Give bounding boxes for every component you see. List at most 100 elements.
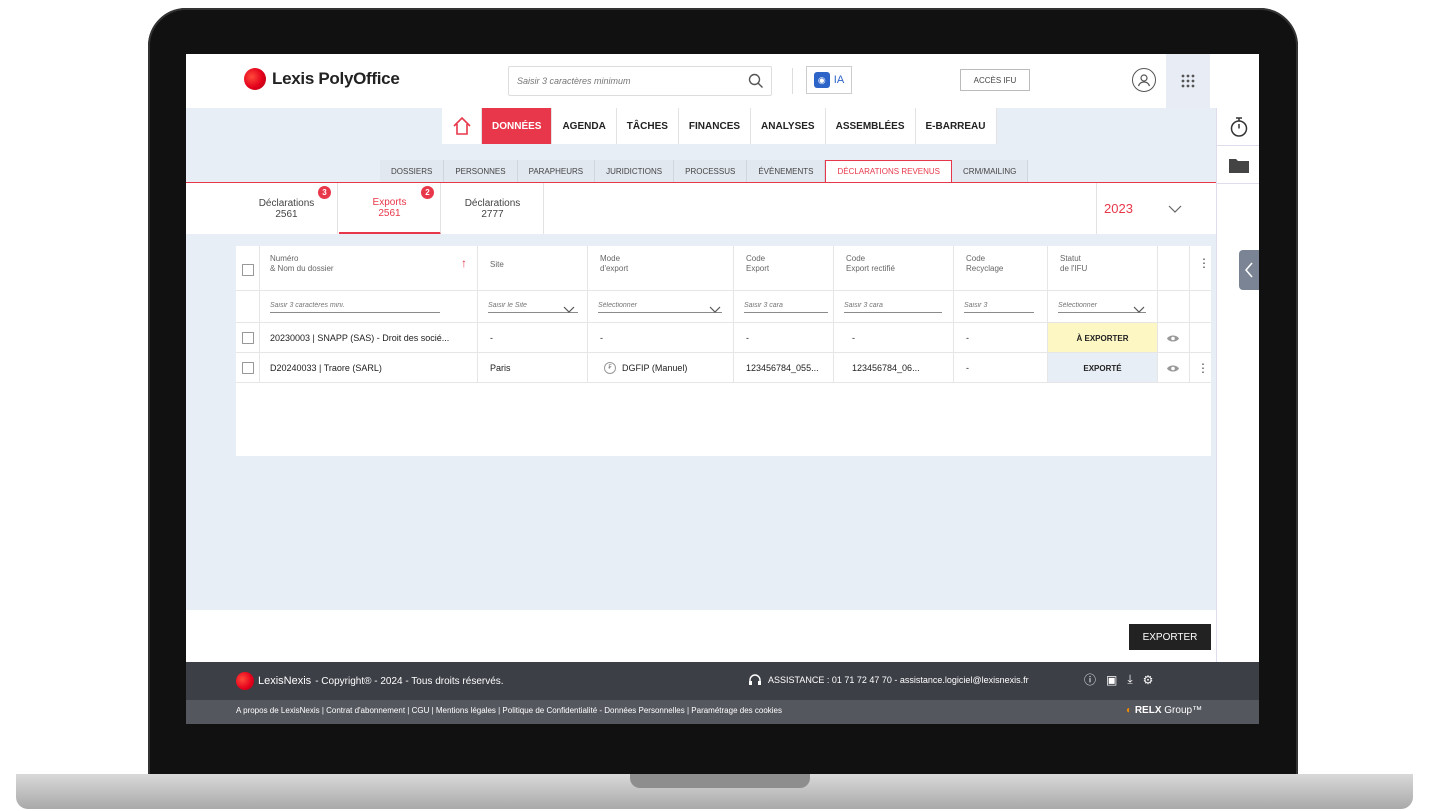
footer-links-text[interactable]: A propos de LexisNexis | Contrat d'abonn… <box>236 706 782 715</box>
cell-numero[interactable]: 20230003 | SNAPP (SAS) - Droit des socié… <box>260 323 478 353</box>
app-screen: Lexis PolyOffice ◉ IA ACCÈS IFU <box>186 54 1259 724</box>
acces-ifu-button[interactable]: ACCÈS IFU <box>960 69 1030 91</box>
export-button[interactable]: EXPORTER <box>1129 624 1211 650</box>
subnav-declarations-revenus[interactable]: DÉCLARATIONS REVENUS <box>825 160 953 182</box>
footer-main: LexisNexis - Copyright® - 2024 - Tous dr… <box>186 662 1259 700</box>
filter-code-rectifie-input[interactable] <box>844 299 942 313</box>
footer-copyright: - Copyright® - 2024 - Tous droits réserv… <box>315 675 504 687</box>
global-search <box>508 66 772 96</box>
ia-chat-icon: ◉ <box>813 72 830 88</box>
headset-icon <box>749 674 761 685</box>
user-avatar-icon[interactable] <box>1132 68 1156 92</box>
footer-assistance: ASSISTANCE : 01 71 72 47 70 - assistance… <box>748 674 1029 686</box>
footer-icons: ⓘ ▣ ⤓ ⚙ <box>1084 671 1153 688</box>
filter-mode <box>588 290 734 322</box>
relx-logo: ◐ RELX Group™ <box>1126 705 1203 716</box>
home-button[interactable] <box>442 108 482 144</box>
subnav-evenements[interactable]: ÉVÈNEMENTS <box>747 160 826 182</box>
kebab-menu-icon[interactable]: ⋮ <box>1198 257 1210 269</box>
search-icon[interactable] <box>741 73 771 89</box>
nav-taches[interactable]: TÂCHES <box>616 108 679 144</box>
subnav-juridictions[interactable]: JURIDICTIONS <box>595 160 675 182</box>
eye-icon[interactable] <box>1158 353 1190 383</box>
apps-grid-icon[interactable] <box>1166 54 1210 108</box>
sort-arrow-up-icon[interactable]: ↑ <box>461 257 467 269</box>
status-badge: EXPORTÉ <box>1048 353 1158 383</box>
count-badge: 3 <box>318 186 331 199</box>
filter-code-rectifie <box>834 290 954 322</box>
cell-mode: - <box>588 323 734 353</box>
filter-spacer <box>236 290 260 322</box>
kebab-menu-icon[interactable]: ⋮ <box>1190 353 1211 383</box>
subnav-processus[interactable]: PROCESSUS <box>674 160 748 182</box>
chevron-down-icon[interactable] <box>709 301 721 319</box>
chevron-down-icon[interactable] <box>563 301 575 319</box>
footer-logo: LexisNexis - Copyright® - 2024 - Tous dr… <box>236 672 504 690</box>
ia-button[interactable]: ◉ IA <box>806 66 852 94</box>
right-rail <box>1216 108 1259 668</box>
footer-links: A propos de LexisNexis | Contrat d'abonn… <box>186 700 1259 724</box>
document-icon[interactable]: ▣ <box>1106 673 1117 687</box>
cell-numero[interactable]: D20240033 | Traore (SARL) <box>260 353 478 383</box>
divider <box>236 382 1211 383</box>
app-logo[interactable]: Lexis PolyOffice <box>244 68 400 90</box>
cell-code-export: - <box>734 323 834 353</box>
eye-icon[interactable] <box>1158 323 1190 353</box>
timer-icon[interactable] <box>1217 108 1259 146</box>
lexis-logo-icon <box>244 68 266 90</box>
filter-statut <box>1048 290 1158 322</box>
tab-declarations[interactable]: 3 Déclarations 2561 <box>236 183 338 235</box>
chevron-down-icon[interactable] <box>1168 201 1182 219</box>
tab-declarations-2[interactable]: Déclarations 2777 <box>442 183 544 235</box>
nav-analyses[interactable]: ANALYSES <box>751 108 826 144</box>
subnav-crm-mailing[interactable]: CRM/MAILING <box>952 160 1029 182</box>
laptop-notch <box>630 774 810 788</box>
folder-icon[interactable] <box>1217 146 1259 184</box>
chevron-down-icon[interactable] <box>1133 301 1145 319</box>
filter-site <box>478 290 588 322</box>
filter-numero-input[interactable] <box>270 299 440 313</box>
row-checkbox[interactable] <box>242 362 254 374</box>
table-row[interactable]: D20240033 | Traore (SARL) Paris ₣ DGFIP … <box>236 352 1211 383</box>
filter-mode-select[interactable] <box>598 299 722 313</box>
filter-numero <box>260 290 478 322</box>
nav-assemblees[interactable]: ASSEMBLÉES <box>825 108 916 144</box>
count-badge: 2 <box>421 186 434 199</box>
help-icon[interactable]: ⓘ <box>1084 671 1096 688</box>
filter-code-recyclage-input[interactable] <box>964 299 1034 313</box>
col-code-export[interactable]: Code Export <box>734 246 834 290</box>
col-site[interactable]: Site <box>478 246 588 290</box>
table-row[interactable]: 20230003 | SNAPP (SAS) - Droit des socié… <box>236 322 1211 353</box>
divider <box>792 68 793 94</box>
filter-code-recyclage <box>954 290 1048 322</box>
status-badge: À EXPORTER <box>1048 323 1158 353</box>
dgfip-icon: ₣ <box>604 362 616 374</box>
row-checkbox[interactable] <box>242 332 254 344</box>
nav-finances[interactable]: FINANCES <box>678 108 752 144</box>
subnav-personnes[interactable]: PERSONNES <box>444 160 518 182</box>
settings-icon[interactable]: ⚙ <box>1143 673 1154 687</box>
col-mode[interactable]: Mode d'export <box>588 246 734 290</box>
col-code-recyclage[interactable]: Code Recyclage <box>954 246 1048 290</box>
col-statut[interactable]: Statut de l'IFU <box>1048 246 1158 290</box>
subnav-parapheurs[interactable]: PARAPHEURS <box>517 160 596 182</box>
col-numero[interactable]: Numéro & Nom du dossier ↑ <box>260 246 478 290</box>
top-bar: Lexis PolyOffice ◉ IA ACCÈS IFU <box>186 54 1259 108</box>
search-input[interactable] <box>509 76 741 86</box>
select-all-checkbox[interactable] <box>242 264 254 276</box>
filter-code-export-input[interactable] <box>744 299 828 313</box>
collapse-panel-button[interactable] <box>1239 250 1259 290</box>
sub-nav: DOSSIERS PERSONNES PARAPHEURS JURIDICTIO… <box>380 160 1029 182</box>
main-nav: DONNÉES AGENDA TÂCHES FINANCES ANALYSES … <box>442 108 997 144</box>
cell-code-recyclage: - <box>954 353 1048 383</box>
ia-label: IA <box>833 74 845 86</box>
tab-exports[interactable]: 2 Exports 2561 <box>339 183 441 235</box>
nav-e-barreau[interactable]: E-BARREAU <box>915 108 997 144</box>
col-code-rectifie[interactable]: Code Export rectifié <box>834 246 954 290</box>
subnav-dossiers[interactable]: DOSSIERS <box>380 160 445 182</box>
year-select[interactable]: 2023 <box>1104 201 1133 216</box>
nav-donnees[interactable]: DONNÉES <box>482 108 553 144</box>
nav-agenda[interactable]: AGENDA <box>552 108 617 144</box>
divider <box>1096 183 1097 235</box>
download-icon[interactable]: ⤓ <box>1127 672 1132 687</box>
